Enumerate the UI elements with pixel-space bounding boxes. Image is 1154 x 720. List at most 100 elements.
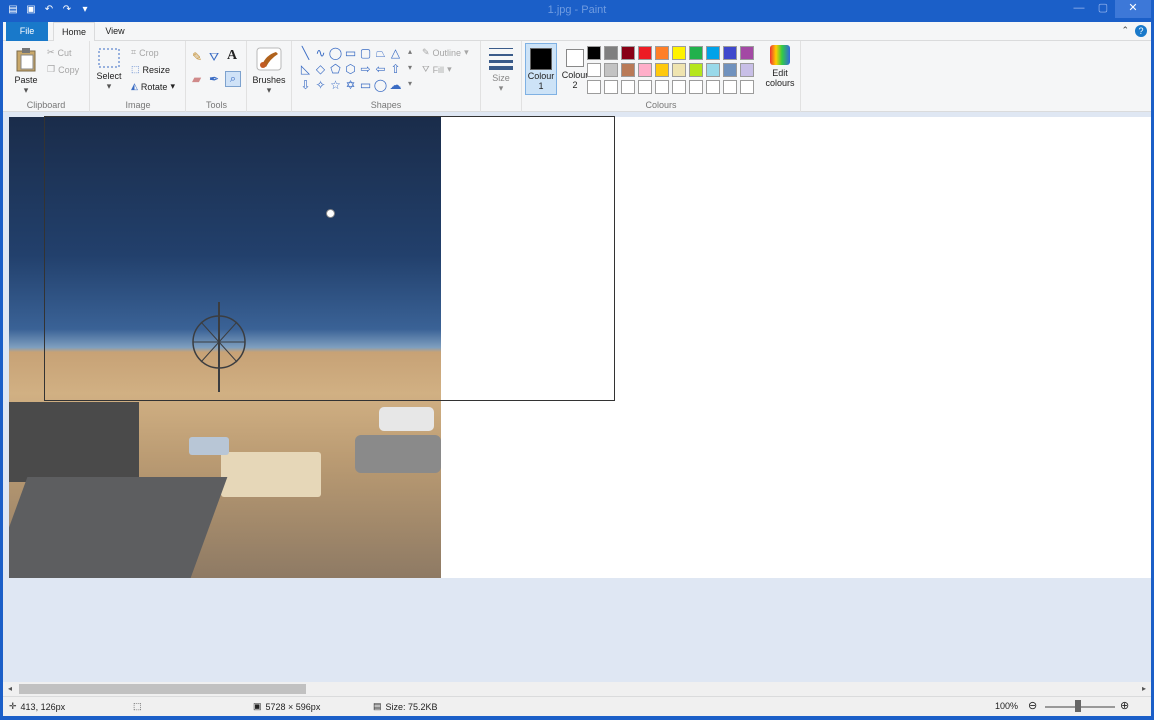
palette-swatch[interactable] <box>587 63 601 77</box>
rounded-rectangle-shape-icon[interactable]: ▢ <box>358 45 373 61</box>
palette-swatch[interactable] <box>740 63 754 77</box>
select-button[interactable]: Select ▾ <box>95 47 123 92</box>
shapes-scroll-up-icon[interactable]: ▴ <box>408 47 412 56</box>
palette-swatch[interactable] <box>672 46 686 60</box>
tab-view[interactable]: View <box>98 22 132 41</box>
cloud-callout-shape-icon[interactable]: ☁ <box>388 77 403 93</box>
resize-button[interactable]: ⬚ Resize <box>131 64 170 75</box>
palette-swatch[interactable] <box>706 63 720 77</box>
paste-button[interactable]: Paste ▾ <box>11 47 41 96</box>
close-button[interactable]: ✕ <box>1115 0 1151 18</box>
edit-colours-button[interactable]: Edit colours <box>762 44 798 88</box>
right-arrow-shape-icon[interactable]: ⇨ <box>358 61 373 77</box>
shapes-scroll-down-icon[interactable]: ▾ <box>408 63 412 72</box>
palette-swatch[interactable] <box>672 63 686 77</box>
six-point-star-shape-icon[interactable]: ✡ <box>343 77 358 93</box>
palette-swatch[interactable] <box>672 80 686 94</box>
edit-colours-label-line1: Edit <box>772 68 788 78</box>
cut-button[interactable]: ✂ Cut <box>47 47 72 58</box>
horizontal-scrollbar[interactable]: ◂ ▸ <box>3 682 1151 696</box>
palette-swatch[interactable] <box>740 80 754 94</box>
palette-swatch[interactable] <box>740 46 754 60</box>
line-shape-icon[interactable]: ╲ <box>298 45 313 61</box>
outline-button[interactable]: ✎ Outline ▾ <box>422 47 469 58</box>
scrollbar-thumb[interactable] <box>19 684 306 694</box>
size-button[interactable]: Size ▾ <box>483 45 519 94</box>
right-triangle-shape-icon[interactable]: ◺ <box>298 61 313 77</box>
five-point-star-shape-icon[interactable]: ☆ <box>328 77 343 93</box>
pencil-icon[interactable]: ✎ <box>192 50 202 64</box>
palette-swatch[interactable] <box>604 46 618 60</box>
four-point-star-shape-icon[interactable]: ✧ <box>313 77 328 93</box>
chevron-down-icon: ▾ <box>170 81 175 91</box>
minimize-button[interactable]: — <box>1067 0 1091 18</box>
magnifier-icon[interactable]: ⌕ <box>225 71 241 87</box>
down-arrow-shape-icon[interactable]: ⇩ <box>298 77 313 93</box>
curve-shape-icon[interactable]: ∿ <box>313 45 328 61</box>
colour1-swatch <box>530 48 552 70</box>
zoom-slider-thumb[interactable] <box>1075 700 1081 712</box>
copy-icon: ❐ <box>47 64 56 74</box>
palette-swatch[interactable] <box>723 63 737 77</box>
palette-swatch[interactable] <box>621 46 635 60</box>
hexagon-shape-icon[interactable]: ⬡ <box>343 61 358 77</box>
left-arrow-shape-icon[interactable]: ⇦ <box>373 61 388 77</box>
palette-swatch[interactable] <box>706 80 720 94</box>
selection-rectangle[interactable] <box>44 116 615 401</box>
palette-swatch[interactable] <box>638 46 652 60</box>
text-tool-icon[interactable]: A <box>227 48 237 64</box>
up-arrow-shape-icon[interactable]: ⇧ <box>388 61 403 77</box>
palette-swatch[interactable] <box>655 46 669 60</box>
photo-tent <box>221 452 321 497</box>
zoom-out-icon[interactable]: ⊖ <box>1028 699 1037 712</box>
canvas-area[interactable] <box>3 112 1151 682</box>
copy-button[interactable]: ❐ Copy <box>47 64 79 75</box>
triangle-shape-icon[interactable]: △ <box>388 45 403 61</box>
diamond-shape-icon[interactable]: ◇ <box>313 61 328 77</box>
palette-swatch[interactable] <box>706 46 720 60</box>
oval-shape-icon[interactable]: ◯ <box>328 45 343 61</box>
eraser-icon[interactable]: ▰ <box>192 72 201 86</box>
palette-swatch[interactable] <box>689 63 703 77</box>
pentagon-shape-icon[interactable]: ⬠ <box>328 61 343 77</box>
palette-swatch[interactable] <box>689 80 703 94</box>
colours-group-label: Colours <box>645 100 677 110</box>
shapes-more-icon[interactable]: ▾ <box>408 79 412 88</box>
clipboard-group-label: Clipboard <box>26 100 66 110</box>
collapse-ribbon-icon[interactable]: ⌃ <box>1121 25 1129 37</box>
color-picker-icon[interactable]: ✒ <box>209 72 219 86</box>
crop-button[interactable]: ⌗ Crop <box>131 47 159 58</box>
palette-swatch[interactable] <box>723 46 737 60</box>
zoom-in-icon[interactable]: ⊕ <box>1120 699 1129 712</box>
palette-swatch[interactable] <box>621 80 635 94</box>
palette-swatch[interactable] <box>604 80 618 94</box>
palette-swatch[interactable] <box>587 80 601 94</box>
chevron-down-icon: ▾ <box>464 47 469 57</box>
fill-button[interactable]: ⛛ Fill ▾ <box>422 64 452 75</box>
fill-bucket-icon[interactable]: ⛛ <box>209 50 219 65</box>
oval-callout-shape-icon[interactable]: ◯ <box>373 77 388 93</box>
palette-swatch[interactable] <box>655 80 669 94</box>
help-icon[interactable]: ? <box>1135 25 1147 37</box>
image-size-text: 5728 × 596px <box>265 701 321 712</box>
polygon-shape-icon[interactable]: ⏢ <box>373 45 388 61</box>
scroll-left-icon[interactable]: ◂ <box>3 682 17 696</box>
rect-callout-shape-icon[interactable]: ▭ <box>358 77 373 93</box>
palette-swatch[interactable] <box>587 46 601 60</box>
palette-swatch[interactable] <box>621 63 635 77</box>
brushes-button[interactable]: Brushes ▾ <box>249 45 289 96</box>
palette-swatch[interactable] <box>723 80 737 94</box>
palette-swatch[interactable] <box>689 46 703 60</box>
colour1-button[interactable]: Colour 1 <box>525 43 557 95</box>
rotate-button[interactable]: ◭ Rotate ▾ <box>131 81 175 92</box>
palette-swatch[interactable] <box>638 63 652 77</box>
tab-file[interactable]: File <box>6 22 48 41</box>
palette-swatch[interactable] <box>604 63 618 77</box>
palette-swatch[interactable] <box>655 63 669 77</box>
palette-swatch[interactable] <box>638 80 652 94</box>
shapes-group-label: Shapes <box>370 100 402 110</box>
rectangle-shape-icon[interactable]: ▭ <box>343 45 358 61</box>
scroll-right-icon[interactable]: ▸ <box>1137 682 1151 696</box>
maximize-button[interactable]: ▢ <box>1091 0 1115 18</box>
tab-home[interactable]: Home <box>53 22 95 42</box>
